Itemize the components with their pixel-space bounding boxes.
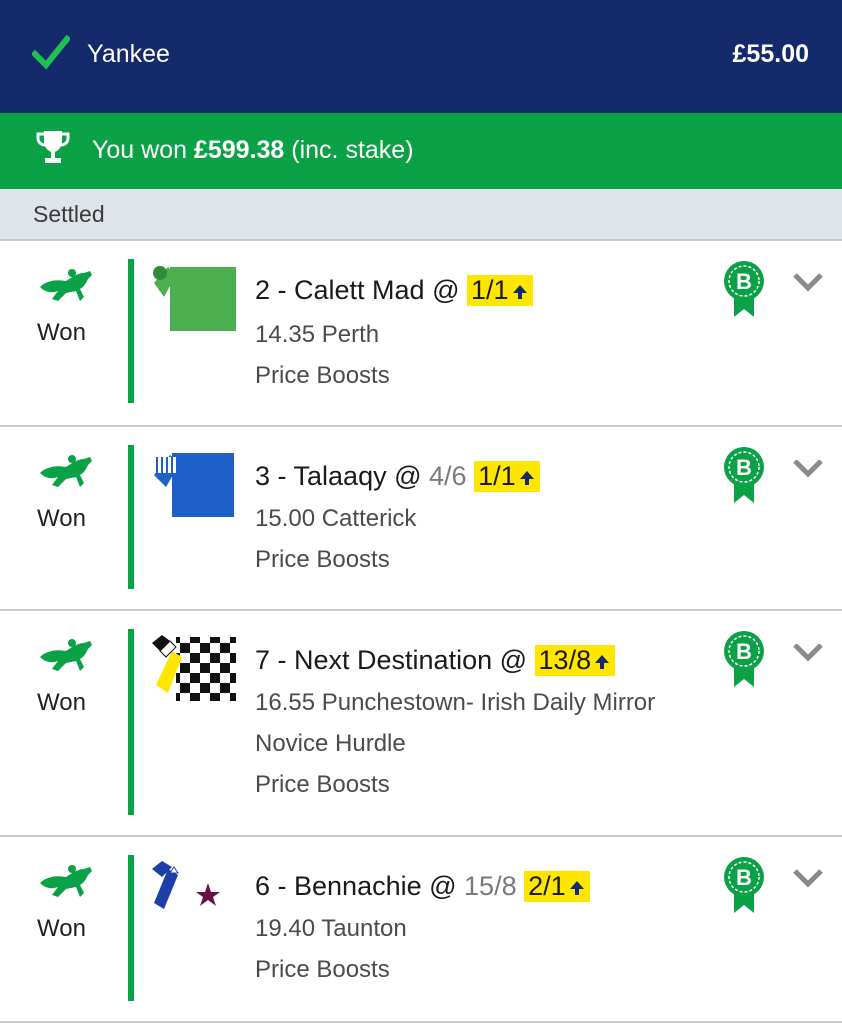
boost-badge-icon: B <box>724 447 764 503</box>
svg-text:B: B <box>736 865 752 890</box>
svg-text:B: B <box>736 639 752 664</box>
checkmark-icon <box>32 34 70 70</box>
settled-section-header: Settled <box>0 189 842 241</box>
svg-text:B: B <box>736 269 752 294</box>
boost-badge-icon: B <box>724 857 764 913</box>
market-name: Price Boosts <box>255 362 390 389</box>
win-suffix: (inc. stake) <box>284 136 414 164</box>
selection-name: 6 - Bennachie @ 15/8 2/1 <box>255 871 590 902</box>
jockey-silks-icon <box>152 635 236 701</box>
selection-name: 2 - Calett Mad @ 1/1 <box>255 275 533 306</box>
boosted-price: 13/8 <box>534 645 616 676</box>
status-bar <box>128 629 134 815</box>
runner-name: 7 - Next Destination @ <box>255 645 535 675</box>
win-amount: £599.38 <box>193 136 285 164</box>
selection-row[interactable]: Won 6 - Bennachie @ 15/8 2/1 19.40 Taunt… <box>0 837 842 1023</box>
win-banner: You won £599.38 (inc. stake) <box>0 113 842 189</box>
svg-text:B: B <box>736 455 752 480</box>
win-message: You won £599.38 (inc. stake) <box>92 136 414 165</box>
market-name: Price Boosts <box>255 546 390 573</box>
original-price: 15/8 <box>464 871 517 901</box>
jockey-silks-icon <box>154 453 234 517</box>
race-time-venue: 16.55 Punchestown- Irish Daily Mirror <box>255 689 656 716</box>
runner-name: 3 - Talaaqy @ <box>255 461 429 491</box>
boost-arrow-icon <box>512 285 527 299</box>
runner-name: 6 - Bennachie @ <box>255 871 465 901</box>
bet-type-title: Yankee <box>87 40 170 68</box>
total-stake: £55.00 <box>732 40 809 68</box>
chevron-down-icon[interactable] <box>792 867 824 889</box>
status-bar <box>128 259 134 403</box>
racing-horse-icon <box>40 269 92 301</box>
runner-name: 2 - Calett Mad @ <box>255 275 467 305</box>
chevron-down-icon[interactable] <box>792 641 824 663</box>
race-time-venue: 19.40 Taunton <box>255 915 407 942</box>
chevron-down-icon[interactable] <box>792 457 824 479</box>
selection-row[interactable]: Won 2 - Calett Mad @ 1/1 14.35 Perth Pri… <box>0 241 842 427</box>
race-name-continued: Novice Hurdle <box>255 730 406 757</box>
result-label: Won <box>37 319 86 346</box>
racing-horse-icon <box>40 455 92 487</box>
chevron-down-icon[interactable] <box>792 271 824 293</box>
race-time-venue: 15.00 Catterick <box>255 505 417 532</box>
selection-name: 7 - Next Destination @ 13/8 <box>255 645 616 676</box>
win-prefix: You won <box>92 136 194 164</box>
status-bar <box>128 445 134 589</box>
jockey-silks-icon <box>152 861 236 927</box>
racing-horse-icon <box>40 639 92 671</box>
boost-arrow-icon <box>569 881 584 895</box>
race-time-venue: 14.35 Perth <box>255 321 380 348</box>
result-label: Won <box>37 505 86 532</box>
bet-header: Yankee £55.00 <box>0 0 842 113</box>
boosted-price: 2/1 <box>524 871 590 902</box>
selection-name: 3 - Talaaqy @ 4/6 1/1 <box>255 461 540 492</box>
boost-badge-icon: B <box>724 261 764 317</box>
boost-badge-icon: B <box>724 631 764 687</box>
boosted-price: 1/1 <box>474 461 540 492</box>
boost-arrow-icon <box>519 471 534 485</box>
selection-row[interactable]: Won 3 - Talaaqy @ 4/6 1/1 15.00 Catteric… <box>0 427 842 611</box>
boost-arrow-icon <box>595 655 610 669</box>
status-bar <box>128 855 134 1001</box>
trophy-icon <box>36 131 70 163</box>
racing-horse-icon <box>40 865 92 897</box>
result-label: Won <box>37 689 86 716</box>
settled-label: Settled <box>33 201 105 227</box>
result-label: Won <box>37 915 86 942</box>
market-name: Price Boosts <box>255 956 390 983</box>
market-name: Price Boosts <box>255 771 390 798</box>
selection-row[interactable]: Won 7 - Next Destination @ 13/8 16.55 Pu… <box>0 611 842 837</box>
jockey-silks-icon <box>153 266 236 331</box>
original-price: 4/6 <box>429 461 467 491</box>
boosted-price: 1/1 <box>466 275 533 306</box>
